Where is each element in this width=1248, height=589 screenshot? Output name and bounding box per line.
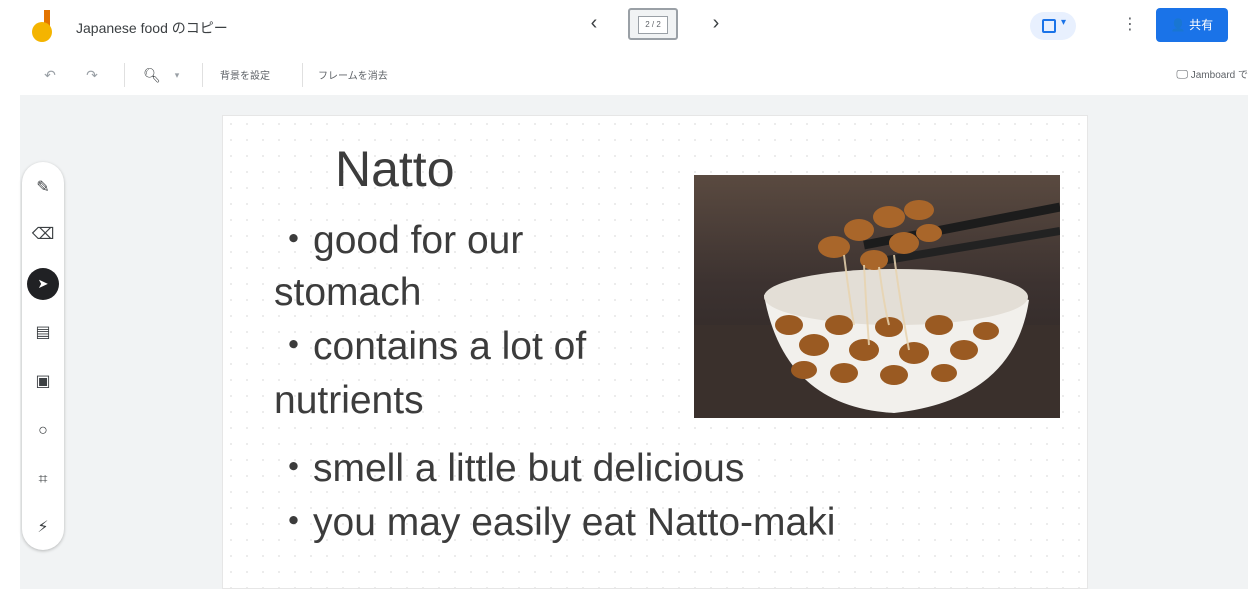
- person-icon: 👤: [1170, 18, 1186, 32]
- select-tool[interactable]: ➤: [27, 268, 59, 300]
- top-bar: Japanese food のコピー ‹ 2 / 2 › ▾ ⋮ 👤 共有: [0, 0, 1248, 55]
- bullet-line[interactable]: ・good for our: [274, 214, 694, 268]
- zoom-dropdown-icon[interactable]: ▾: [170, 63, 184, 87]
- pen-icon: ✎: [36, 179, 50, 196]
- sticky-note-tool[interactable]: ▤: [27, 317, 59, 349]
- chevron-down-icon: ▾: [1061, 17, 1067, 28]
- text-box-tool[interactable]: ⌗: [27, 464, 59, 496]
- open-in-jamboard-button[interactable]: 🖵 Jamboard で: [1176, 66, 1248, 82]
- sticky-note-icon: ▤: [35, 324, 51, 341]
- jamboard-device-icon: 🖵: [1176, 67, 1188, 81]
- divider: [202, 63, 203, 87]
- divider: [124, 63, 125, 87]
- natto-bowl-image: [694, 200, 1060, 418]
- frame-indicator: 2 / 2: [638, 16, 668, 34]
- present-icon: [1042, 19, 1056, 33]
- tool-palette: ✎ ⌫ ➤ ▤ ▣ ○ ⌗ ⚡: [22, 162, 64, 550]
- natto-photo[interactable]: [694, 175, 1060, 418]
- bullet-line[interactable]: stomach: [274, 266, 694, 320]
- redo-icon[interactable]: ↷: [80, 63, 104, 87]
- share-label: 共有: [1189, 18, 1214, 32]
- previous-frame-icon[interactable]: ‹: [582, 12, 606, 36]
- zoom-icon[interactable]: 🔍︎: [140, 63, 164, 87]
- text-box-icon: ⌗: [38, 471, 48, 488]
- next-frame-icon[interactable]: ›: [704, 12, 728, 36]
- document-title[interactable]: Japanese food のコピー: [76, 18, 228, 38]
- bullet-line[interactable]: nutrients: [274, 374, 694, 428]
- eraser-icon: ⌫: [31, 226, 55, 243]
- bullet-line[interactable]: ・smell a little but delicious: [274, 442, 1034, 496]
- share-button[interactable]: 👤 共有: [1156, 8, 1228, 42]
- more-options-icon[interactable]: ⋮: [1122, 12, 1138, 38]
- undo-icon[interactable]: ↶: [38, 63, 62, 87]
- slide-title[interactable]: Natto: [335, 140, 455, 198]
- circle-icon: ○: [38, 422, 48, 439]
- jamboard-label: Jamboard で: [1190, 70, 1248, 81]
- image-icon: ▣: [35, 373, 51, 390]
- frame-bar-button[interactable]: 2 / 2: [628, 8, 678, 40]
- divider: [302, 63, 303, 87]
- bullet-line[interactable]: ・contains a lot of: [274, 320, 694, 374]
- select-icon: ➤: [37, 276, 49, 291]
- image-tool[interactable]: ▣: [27, 366, 59, 398]
- clear-frame-button[interactable]: フレームを消去: [318, 67, 388, 82]
- circle-tool[interactable]: ○: [27, 415, 59, 447]
- eraser-tool[interactable]: ⌫: [27, 219, 59, 251]
- jamboard-logo-icon[interactable]: [30, 10, 58, 44]
- toolbar: ↶ ↷ 🔍︎ ▾ 背景を設定 フレームを消去 🖵 Jamboard で: [0, 55, 1248, 95]
- bullet-line[interactable]: ・you may easily eat Natto-maki: [274, 496, 1034, 550]
- pen-tool[interactable]: ✎: [27, 172, 59, 204]
- laser-tool[interactable]: ⚡: [27, 512, 59, 544]
- set-background-button[interactable]: 背景を設定: [220, 67, 270, 82]
- present-button[interactable]: ▾: [1030, 12, 1076, 40]
- laser-icon: ⚡: [37, 519, 49, 536]
